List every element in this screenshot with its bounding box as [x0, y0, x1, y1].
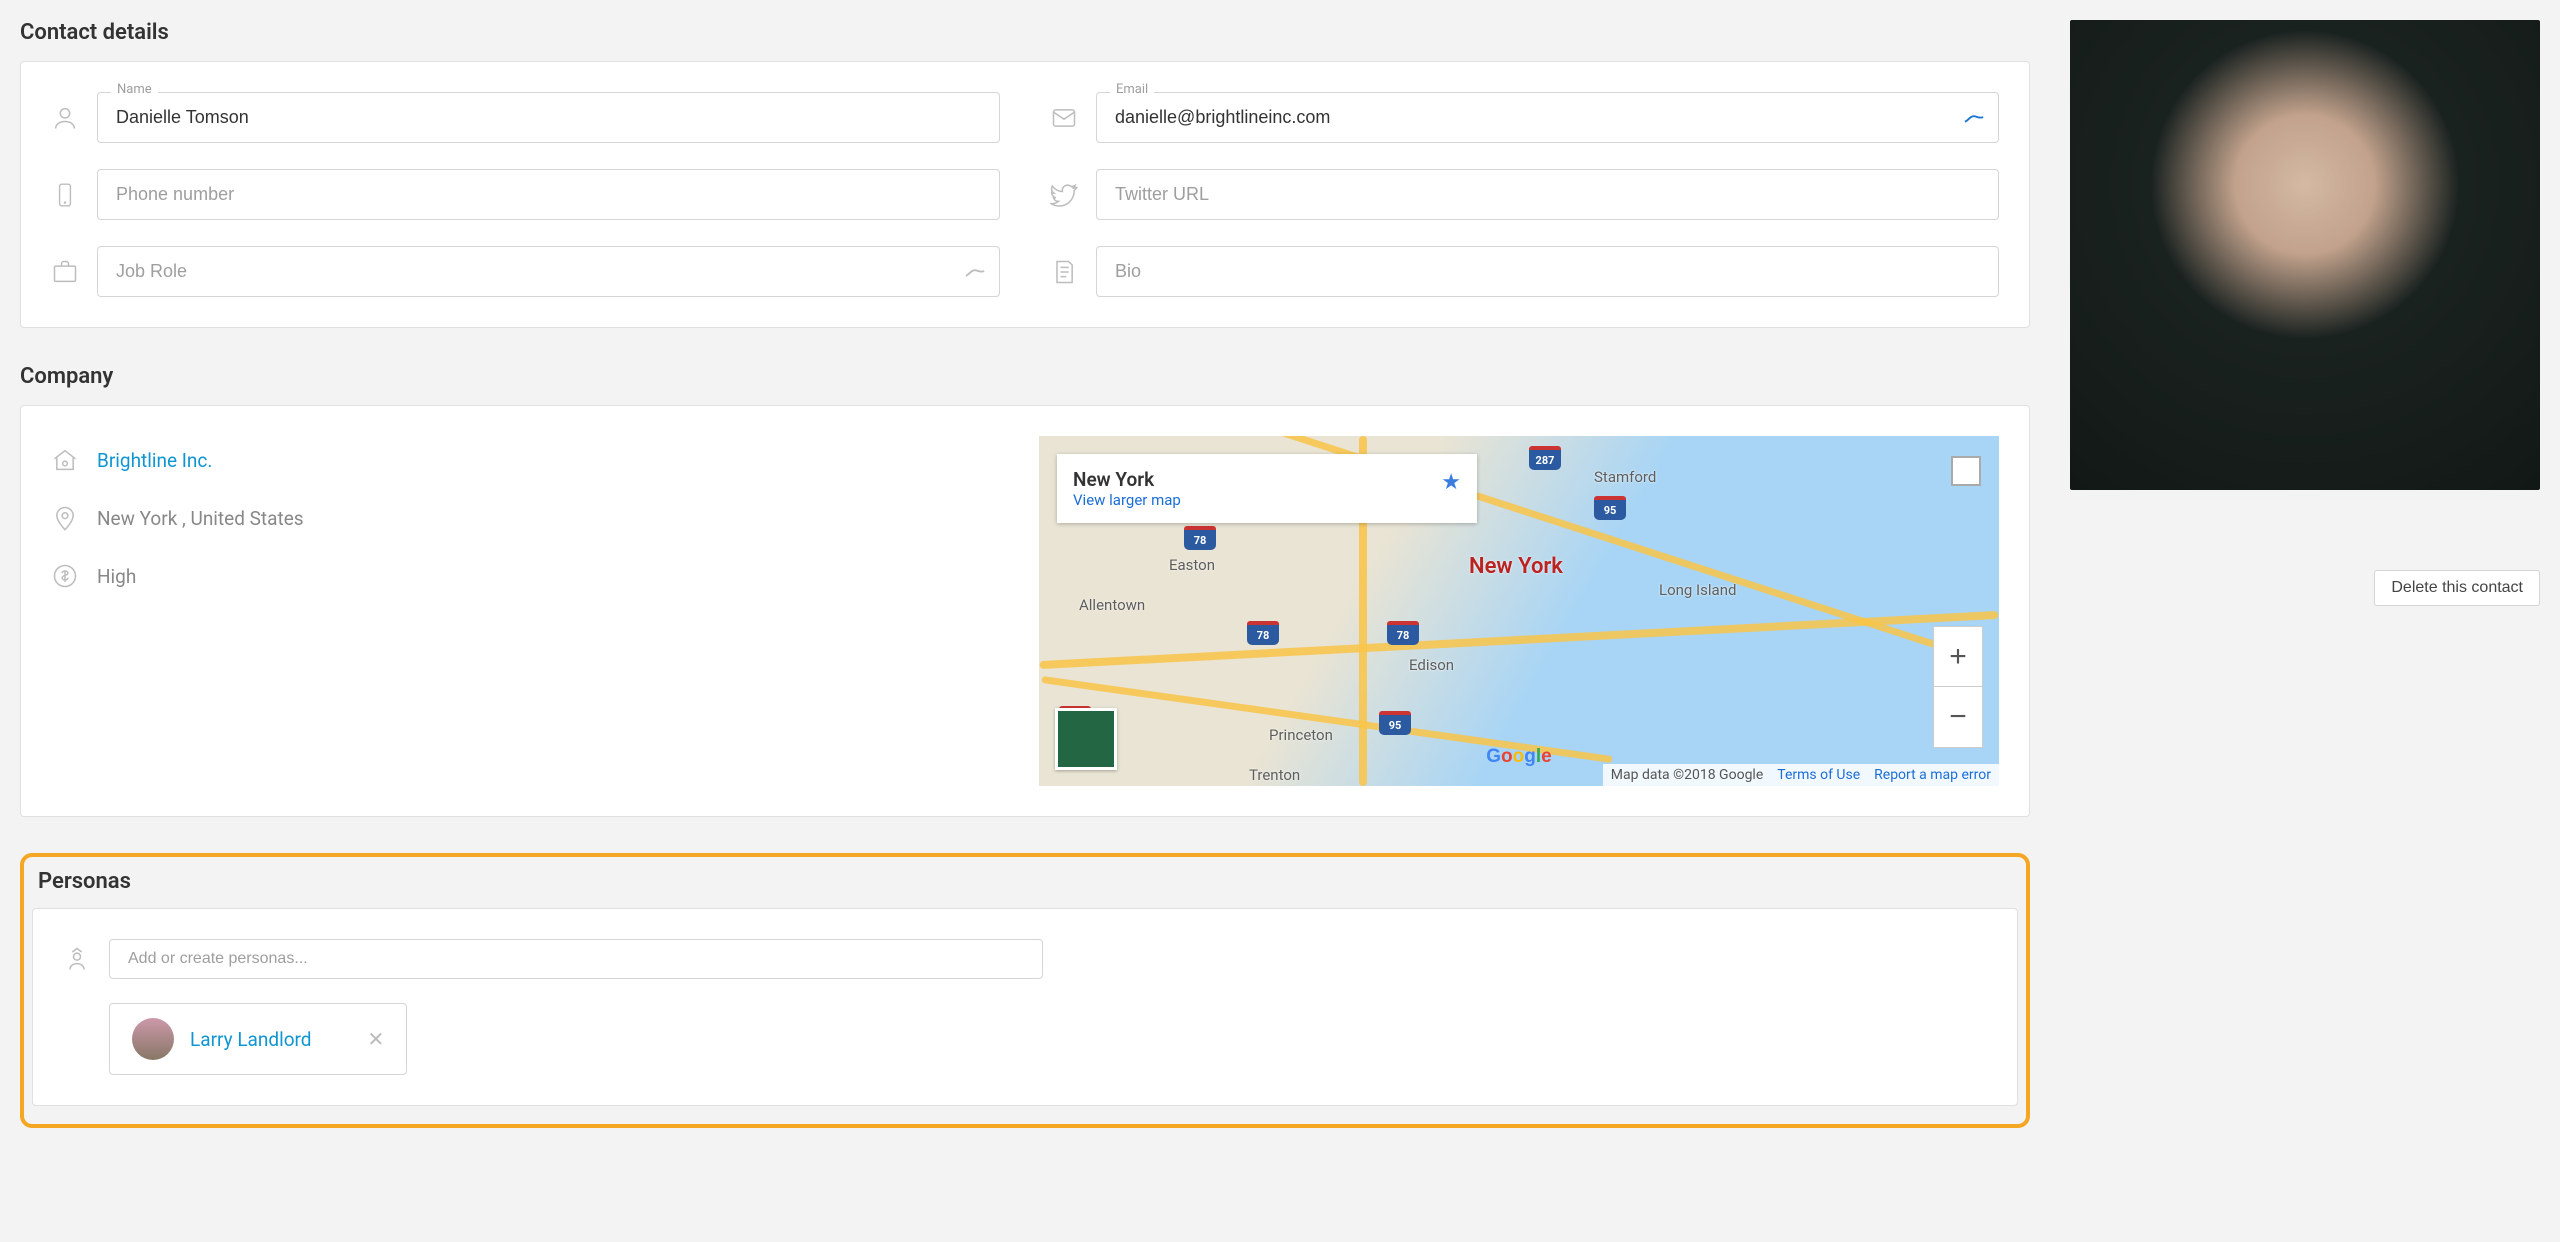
name-input[interactable] [97, 92, 1000, 143]
map-info-card: New York View larger map ★ [1057, 454, 1477, 523]
add-persona-input[interactable] [109, 939, 1043, 979]
personas-highlight-box: Personas Larry Landlord ✕ [20, 853, 2030, 1128]
enrich-icon[interactable] [964, 261, 986, 283]
bio-input[interactable] [1096, 246, 1999, 297]
name-label: Name [111, 82, 158, 97]
map-credits-data: Map data ©2018 Google [1611, 767, 1764, 783]
delete-contact-button[interactable]: Delete this contact [2374, 570, 2540, 606]
map-city-newyork: New York [1469, 554, 1563, 579]
company-tier: High [97, 565, 136, 588]
map-info-title: New York [1073, 468, 1441, 491]
highway-shield: 78 [1247, 621, 1279, 645]
contact-card: Name Email [20, 61, 2030, 328]
location-pin-icon [51, 504, 79, 532]
map-satellite-toggle[interactable] [1055, 708, 1117, 770]
highway-shield: 287 [1529, 446, 1561, 470]
company-section-title: Company [20, 364, 2030, 389]
contact-avatar [2070, 20, 2540, 490]
email-icon [1050, 104, 1078, 132]
map-city-edison: Edison [1409, 656, 1454, 674]
personas-section-title: Personas [38, 869, 2018, 894]
briefcase-icon [51, 258, 79, 286]
map-city-stamford: Stamford [1594, 468, 1656, 486]
highway-shield: 78 [1184, 526, 1216, 550]
company-card: Brightline Inc. New York , United States… [20, 405, 2030, 817]
map-zoom-out-button[interactable]: − [1934, 687, 1982, 747]
star-icon[interactable]: ★ [1441, 470, 1461, 495]
company-map[interactable]: New York Stamford Long Island Edison All… [1039, 436, 1999, 786]
highway-shield: 95 [1594, 496, 1626, 520]
persona-icon [63, 945, 91, 973]
map-zoom-control: + − [1933, 626, 1983, 748]
twitter-icon [1050, 181, 1078, 209]
bio-icon [1050, 258, 1078, 286]
person-icon [51, 104, 79, 132]
map-zoom-in-button[interactable]: + [1934, 627, 1982, 687]
company-icon [51, 446, 79, 474]
map-city-easton: Easton [1169, 556, 1215, 574]
phone-input[interactable] [97, 169, 1000, 220]
company-name-link[interactable]: Brightline Inc. [97, 449, 212, 472]
personas-card: Larry Landlord ✕ [32, 908, 2018, 1106]
map-report-link[interactable]: Report a map error [1874, 767, 1991, 783]
map-terms-link[interactable]: Terms of Use [1777, 767, 1860, 783]
highway-shield: 95 [1379, 711, 1411, 735]
twitter-input[interactable] [1096, 169, 1999, 220]
persona-chip: Larry Landlord ✕ [109, 1003, 407, 1075]
map-view-larger-link[interactable]: View larger map [1073, 491, 1441, 509]
map-city-princeton: Princeton [1269, 726, 1333, 744]
dollar-icon [51, 562, 79, 590]
map-fullscreen-button[interactable] [1951, 456, 1981, 486]
persona-avatar [132, 1018, 174, 1060]
map-credits: Map data ©2018 Google Terms of Use Repor… [1603, 764, 1999, 786]
map-city-trenton: Trenton [1249, 766, 1300, 784]
persona-remove-button[interactable]: ✕ [368, 1027, 385, 1051]
job-role-input[interactable] [97, 246, 1000, 297]
map-city-longisland: Long Island [1659, 581, 1736, 599]
phone-icon [51, 181, 79, 209]
email-label: Email [1110, 82, 1154, 97]
google-logo: Google [1486, 746, 1551, 768]
enrich-icon[interactable] [1963, 107, 1985, 129]
persona-name-link[interactable]: Larry Landlord [190, 1028, 312, 1051]
contact-section-title: Contact details [20, 20, 2030, 45]
company-location: New York , United States [97, 507, 304, 530]
highway-shield: 78 [1387, 621, 1419, 645]
map-city-allentown: Allentown [1079, 596, 1145, 614]
email-input[interactable] [1096, 92, 1999, 143]
